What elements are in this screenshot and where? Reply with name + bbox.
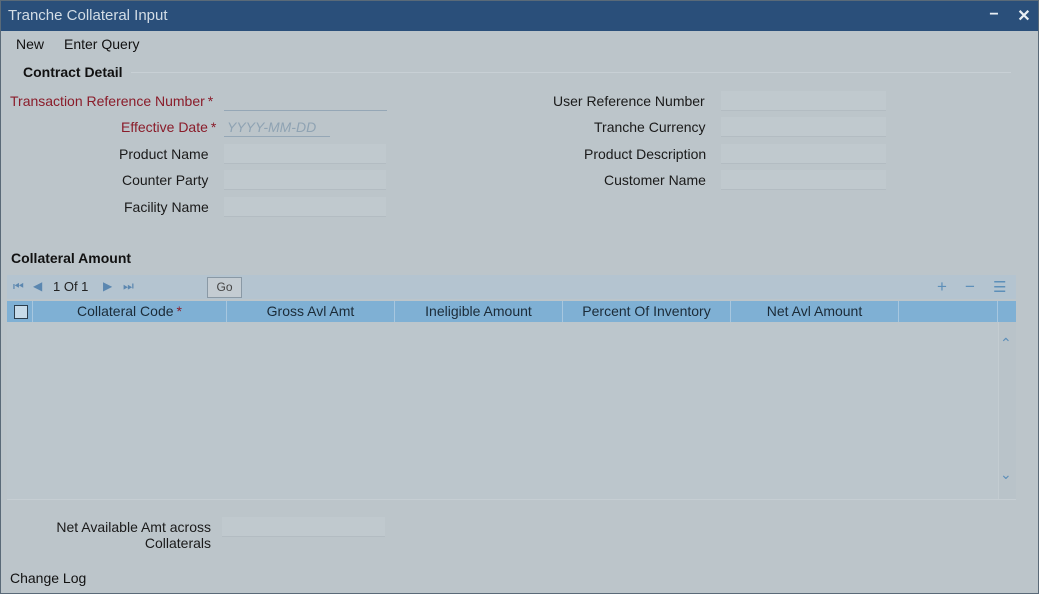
go-button[interactable]: Go: [207, 277, 242, 298]
net-available-label: Net Available Amt across Collaterals: [56, 519, 211, 551]
first-page-icon[interactable]: ⏮: [13, 279, 24, 294]
effective-date-label: Effective Date *: [121, 119, 217, 135]
select-all-checkbox[interactable]: [14, 305, 28, 319]
column-percent-of-inventory[interactable]: Percent Of Inventory: [563, 301, 731, 322]
column-gross-avl-amt[interactable]: Gross Avl Amt: [227, 301, 395, 322]
scroll-down-icon[interactable]: ⌄: [1000, 466, 1012, 483]
tranche-currency-field: [721, 117, 886, 137]
product-name-field: [224, 144, 386, 164]
net-available-field: [222, 517, 385, 537]
minimize-icon[interactable]: −: [985, 6, 1003, 26]
title-bar: Tranche Collateral Input − ✕: [1, 1, 1038, 31]
column-filler: [899, 301, 998, 322]
transaction-reference-number-field[interactable]: [224, 91, 387, 111]
user-reference-number-field: [721, 91, 886, 111]
list-options-icon[interactable]: ☰: [993, 278, 1006, 296]
grid-body: [7, 322, 1016, 499]
grid-bottom-divider: [7, 499, 1016, 500]
grid-toolbar: ⏮ ◀ 1 Of 1 ▶ ⏭ Go + − ☰: [7, 275, 1016, 299]
effective-date-field[interactable]: YYYY-MM-DD: [224, 117, 330, 137]
product-description-label: Product Description: [584, 146, 707, 162]
counter-party-field: [224, 170, 386, 190]
minus-icon[interactable]: −: [965, 277, 975, 297]
new-button[interactable]: New: [16, 36, 44, 52]
next-page-icon[interactable]: ▶: [103, 279, 112, 293]
customer-name-field: [721, 170, 886, 190]
section-divider: [131, 72, 1011, 73]
menu-bar: New Enter Query: [1, 32, 1038, 56]
facility-name-label: Facility Name: [124, 199, 209, 215]
window-title: Tranche Collateral Input: [8, 7, 168, 24]
column-ineligible-amount[interactable]: Ineligible Amount: [395, 301, 563, 322]
change-log-link[interactable]: Change Log: [10, 570, 86, 586]
tranche-currency-label: Tranche Currency: [594, 119, 706, 135]
tranche-collateral-window: Tranche Collateral Input − ✕ New Enter Q…: [0, 0, 1039, 594]
scroll-up-icon[interactable]: ⌃: [1000, 335, 1012, 352]
contract-detail-title: Contract Detail: [23, 64, 123, 80]
column-collateral-code[interactable]: Collateral Code *: [33, 301, 227, 322]
counter-party-label: Counter Party: [122, 172, 209, 188]
plus-icon[interactable]: +: [937, 277, 947, 297]
pager-text: 1 Of 1: [53, 279, 89, 294]
column-net-avl-amount[interactable]: Net Avl Amount: [731, 301, 899, 322]
customer-name-label: Customer Name: [604, 172, 706, 188]
last-page-icon[interactable]: ⏭: [123, 279, 134, 294]
select-all-column: [7, 301, 33, 322]
user-reference-number-label: User Reference Number: [553, 93, 705, 109]
transaction-reference-number-label: Transaction Reference Number *: [10, 93, 214, 109]
collateral-amount-title: Collateral Amount: [11, 250, 132, 266]
prev-page-icon[interactable]: ◀: [33, 279, 42, 293]
product-name-label: Product Name: [119, 146, 209, 162]
effective-date-placeholder: YYYY-MM-DD: [227, 119, 317, 135]
enter-query-button[interactable]: Enter Query: [64, 36, 139, 52]
grid-header: Collateral Code * Gross Avl Amt Ineligibl…: [7, 301, 1016, 322]
facility-name-field: [224, 197, 386, 217]
close-icon[interactable]: ✕: [1015, 6, 1033, 26]
product-description-field: [721, 144, 886, 164]
